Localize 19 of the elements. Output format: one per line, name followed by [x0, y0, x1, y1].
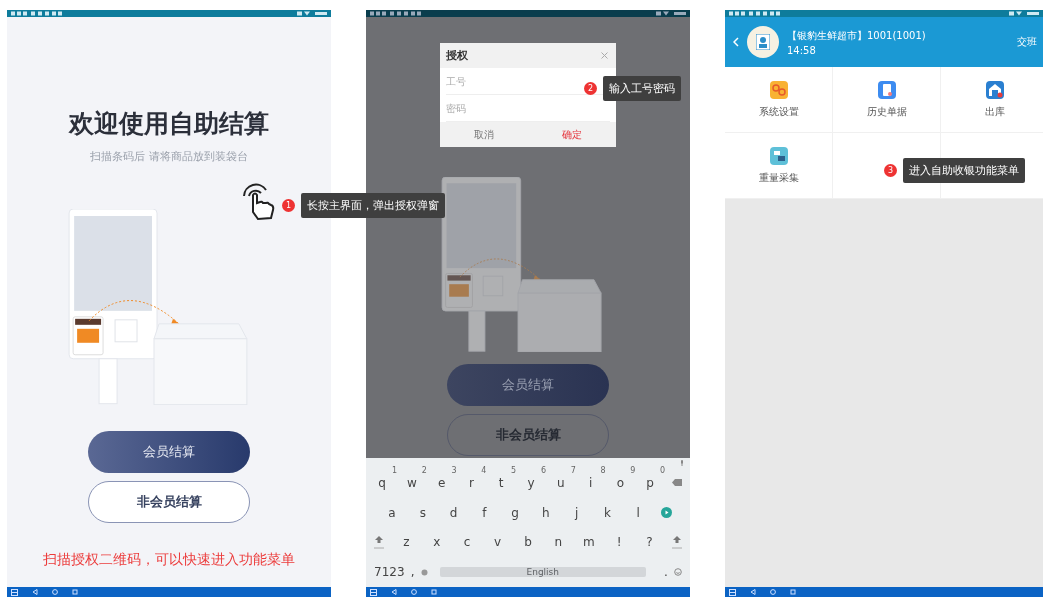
login-time: 14:58 — [787, 44, 817, 56]
key-number-hint: 4 — [481, 465, 487, 475]
key-number-hint: 0 — [660, 465, 666, 475]
scan-hint-text: 扫描授权二维码，可以快速进入功能菜单 — [43, 551, 295, 569]
step-tooltip: 进入自助收银功能菜单 — [903, 158, 1025, 183]
key-number-hint: 9 — [630, 465, 636, 475]
step-tooltip: 输入工号密码 — [603, 76, 681, 101]
key-number-hint: 5 — [511, 465, 517, 475]
step-tooltip: 长按主界面，弹出授权弹窗 — [301, 193, 445, 218]
key-number-hint: 8 — [600, 465, 606, 475]
key-number-hint: 7 — [570, 465, 576, 475]
welcome-subtitle: 扫描条码后 请将商品放到装袋台 — [90, 149, 248, 164]
key-number-hint: 1 — [391, 465, 397, 475]
store-name: 【银豹生鲜超市】1001(1001) — [787, 28, 927, 43]
key-number-hint: 3 — [451, 465, 457, 475]
key-number-hint: 2 — [421, 465, 427, 475]
welcome-title: 欢迎使用自助结算 — [69, 108, 269, 140]
dialog-title: 授权 — [446, 48, 468, 63]
key-number-hint: 6 — [540, 465, 546, 475]
